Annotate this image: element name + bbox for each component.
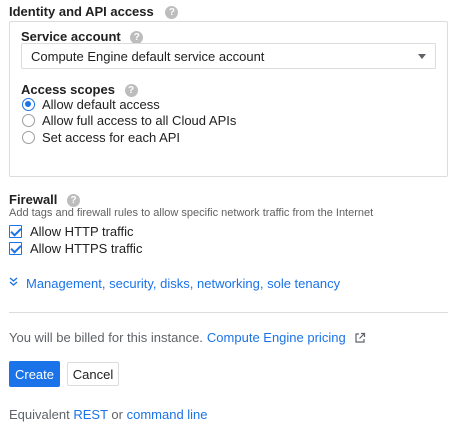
rest-link[interactable]: REST [73,407,107,422]
service-account-label: Service account ? [21,29,144,45]
firewall-description: Add tags and firewall rules to allow spe… [9,207,374,219]
help-icon[interactable]: ? [165,6,179,20]
help-icon[interactable]: ? [67,194,81,208]
double-chevron-down-icon [9,277,18,290]
allow-https-label: Allow HTTPS traffic [30,240,143,256]
allow-http-label: Allow HTTP traffic [30,223,134,239]
equivalent-or: or [111,407,123,422]
service-account-select[interactable]: Compute Engine default service account [21,43,436,69]
identity-heading-text: Identity and API access [9,4,154,19]
scope-option-full-access[interactable]: Allow full access to all Cloud APIs [22,112,236,128]
radio-button[interactable] [22,113,35,127]
divider [9,312,448,313]
scope-option-label: Allow full access to all Cloud APIs [42,112,237,128]
scope-option-label: Allow default access [42,96,160,112]
cancel-button[interactable]: Cancel [67,362,119,386]
firewall-heading: Firewall ? [9,192,81,208]
billing-text: You will be billed for this instance. [9,330,203,345]
management-expand-link[interactable]: Management, security, disks, networking,… [9,276,340,291]
radio-button[interactable] [22,130,35,144]
allow-https-option[interactable]: Allow HTTPS traffic [9,240,142,256]
command-line-link[interactable]: command line [127,407,208,422]
identity-api-access-heading: Identity and API access ? [9,4,179,20]
equivalent-links: Equivalent REST or command line [9,407,208,422]
access-scopes-label: Access scopes ? [21,82,138,98]
management-link-text: Management, security, disks, networking,… [26,276,341,291]
allow-http-option[interactable]: Allow HTTP traffic [9,223,134,239]
service-account-label-text: Service account [21,29,121,44]
create-button[interactable]: Create [9,361,60,387]
scope-option-default[interactable]: Allow default access [22,96,160,112]
radio-button-checked[interactable] [22,97,35,111]
service-account-value: Compute Engine default service account [31,49,265,64]
checkbox-checked[interactable] [9,241,22,255]
billing-notice: You will be billed for this instance. Co… [9,330,366,345]
checkbox-checked[interactable] [9,224,22,238]
pricing-link[interactable]: Compute Engine pricing [207,330,346,345]
access-scopes-label-text: Access scopes [21,82,115,97]
firewall-heading-text: Firewall [9,192,58,207]
external-link-icon[interactable] [354,332,366,344]
scope-option-each-api[interactable]: Set access for each API [22,129,180,145]
scope-option-label: Set access for each API [42,129,181,145]
dropdown-arrow-icon [418,54,426,59]
equivalent-prefix: Equivalent [9,407,70,422]
